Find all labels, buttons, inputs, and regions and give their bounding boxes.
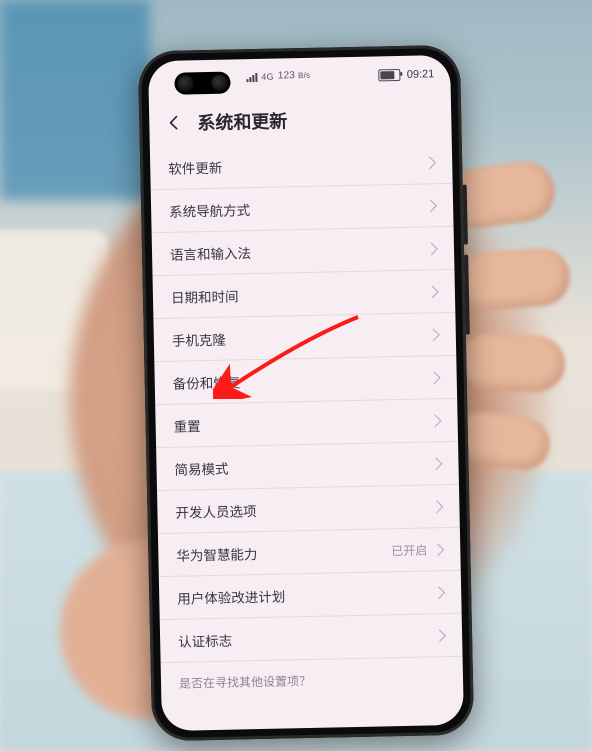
finger xyxy=(458,246,572,312)
settings-item-developer-options[interactable]: 开发人员选项 xyxy=(157,485,460,534)
chevron-right-icon xyxy=(423,156,436,169)
settings-list: 软件更新 系统导航方式 语言和输入法 日期和时间 手机克隆 xyxy=(150,141,464,731)
settings-item-label: 用户体验改进计划 xyxy=(177,585,285,607)
finger xyxy=(459,333,566,393)
photo-scene: 4G 123 B/s 09:21 系统和更新 xyxy=(0,0,592,751)
settings-item-label: 系统导航方式 xyxy=(169,199,250,221)
settings-item-backup-restore[interactable]: 备份和恢复 xyxy=(154,356,457,405)
settings-item-cert-logo[interactable]: 认证标志 xyxy=(160,614,463,663)
status-net-speed: 123 B/s xyxy=(278,70,311,82)
settings-item-language-input[interactable]: 语言和输入法 xyxy=(152,227,455,276)
settings-item-user-experience[interactable]: 用户体验改进计划 xyxy=(159,571,462,620)
camera-cutout xyxy=(174,72,230,95)
search-other-settings-hint[interactable]: 是否在寻找其他设置项？ xyxy=(161,657,464,710)
phone-screen: 4G 123 B/s 09:21 系统和更新 xyxy=(148,55,464,731)
chevron-right-icon xyxy=(428,371,441,384)
settings-item-label: 认证标志 xyxy=(178,630,232,651)
app-header: 系统和更新 xyxy=(149,95,452,145)
chevron-right-icon xyxy=(431,500,444,513)
settings-item-simple-mode[interactable]: 简易模式 xyxy=(156,442,459,491)
settings-item-reset[interactable]: 重置 xyxy=(155,399,458,448)
settings-item-date-time[interactable]: 日期和时间 xyxy=(153,270,456,319)
chevron-right-icon xyxy=(433,629,446,642)
chevron-right-icon xyxy=(429,414,442,427)
signal-icon xyxy=(246,71,257,81)
settings-item-label: 软件更新 xyxy=(168,157,222,178)
settings-item-label: 简易模式 xyxy=(174,458,228,479)
settings-item-label: 备份和恢复 xyxy=(173,371,241,392)
battery-icon xyxy=(379,69,401,81)
settings-item-smart-abilities[interactable]: 华为智慧能力 已开启 xyxy=(158,528,461,577)
settings-item-label: 语言和输入法 xyxy=(170,242,251,264)
chevron-right-icon xyxy=(427,328,440,341)
status-time: 09:21 xyxy=(407,68,435,81)
chevron-right-icon xyxy=(424,199,437,212)
settings-item-phone-clone[interactable]: 手机克隆 xyxy=(153,313,456,362)
chevron-right-icon xyxy=(426,285,439,298)
settings-item-label: 手机克隆 xyxy=(172,329,226,350)
back-icon[interactable] xyxy=(163,111,185,133)
phone-frame: 4G 123 B/s 09:21 系统和更新 xyxy=(138,45,474,742)
chevron-right-icon xyxy=(430,457,443,470)
chevron-right-icon xyxy=(432,586,445,599)
settings-item-software-update[interactable]: 软件更新 xyxy=(150,141,453,190)
settings-item-label: 日期和时间 xyxy=(171,285,239,306)
settings-item-label: 华为智慧能力 xyxy=(176,543,257,565)
settings-item-label: 重置 xyxy=(173,415,200,436)
status-left: 4G 123 B/s xyxy=(246,70,310,82)
chevron-right-icon xyxy=(425,242,438,255)
background-block xyxy=(0,0,150,200)
settings-item-navigation[interactable]: 系统导航方式 xyxy=(151,184,454,233)
settings-item-label: 开发人员选项 xyxy=(175,500,256,522)
page-title: 系统和更新 xyxy=(197,107,288,135)
settings-item-value: 已开启 xyxy=(391,541,427,559)
chevron-right-icon xyxy=(431,543,444,556)
